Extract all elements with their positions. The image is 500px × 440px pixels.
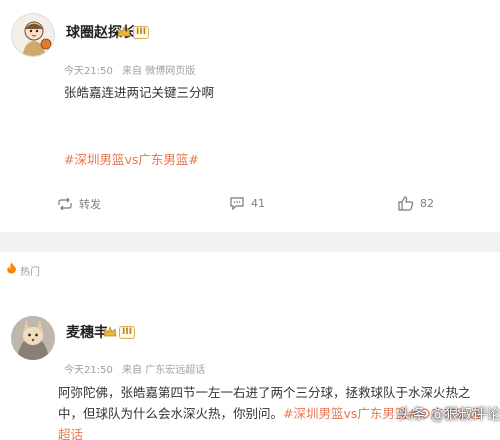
avatar[interactable] [11, 316, 55, 360]
repost-label: 转发 [79, 198, 101, 211]
comment-icon [230, 197, 244, 210]
crown-icon [103, 326, 117, 337]
vip-level: III [133, 25, 150, 39]
post-hashtags: #深圳男篮vs广东男篮# [64, 149, 199, 168]
like-count: 82 [420, 197, 434, 210]
post-time[interactable]: 今天21:50 [64, 365, 113, 376]
repost-icon [58, 197, 72, 211]
repost-button[interactable]: 转发 [57, 196, 101, 212]
post-source: 来自 微博网页版 [122, 66, 196, 77]
hot-label: 热门 [20, 267, 40, 278]
vip-badge[interactable]: III [103, 324, 136, 340]
hot-section-header: 热门 [0, 252, 500, 288]
section-divider [0, 232, 500, 252]
thumbs-up-icon [398, 196, 414, 211]
vip-badge[interactable]: III [117, 24, 150, 40]
post-text: 张皓嘉连进两记关键三分啊 [64, 85, 215, 100]
post-meta: 今天21:50 来自 微博网页版 [64, 62, 201, 77]
comment-count: 41 [251, 196, 265, 210]
post-actions: 转发 41 82 [0, 190, 500, 222]
username[interactable]: 麦穗丰 [66, 322, 108, 342]
hashtag-link[interactable]: #深圳男篮vs广东男篮# [64, 152, 199, 167]
comment-button[interactable]: 41 [229, 196, 265, 210]
fox-avatar-icon [11, 316, 55, 360]
like-button[interactable]: 82 [398, 196, 434, 211]
post-time[interactable]: 今天21:50 [64, 66, 113, 77]
weibo-post: 球圈赵探长 III 今天21:50 来自 微博网页版 张皓嘉连进两记关键三分啊 … [0, 0, 500, 232]
post-source[interactable]: 来自 广东宏远超话 [122, 365, 205, 376]
vip-level: III [119, 325, 136, 339]
cartoon-avatar-icon [12, 14, 54, 56]
post-meta: 今天21:50 来自 广东宏远超话 [64, 361, 211, 376]
crown-icon [117, 26, 131, 37]
flame-icon [7, 262, 16, 274]
watermark: 头条 @狠叔评论 [398, 407, 500, 423]
avatar[interactable] [11, 13, 55, 57]
